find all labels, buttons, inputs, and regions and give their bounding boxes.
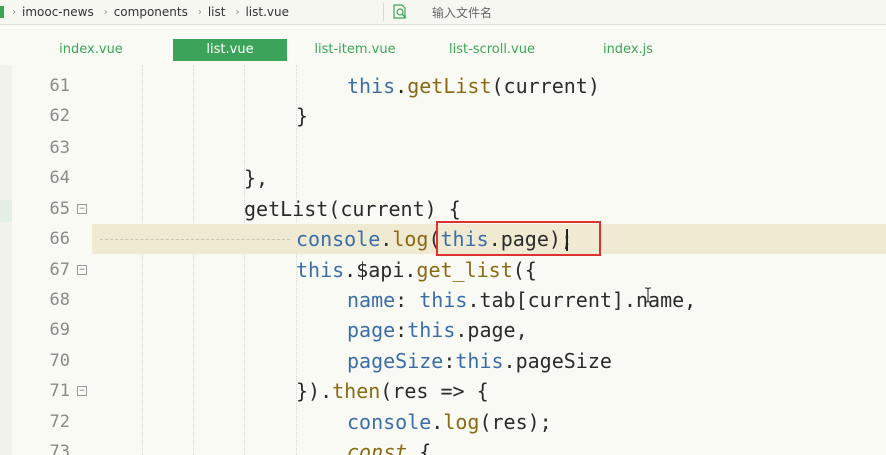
code-text: pageSize:this.pageSize — [347, 349, 612, 373]
code-line: 61 this.getList(current) — [0, 71, 886, 101]
tab-list-vue[interactable]: list.vue — [173, 39, 287, 61]
tab-index-vue[interactable]: index.vue — [42, 39, 140, 61]
line-number: 68 — [49, 290, 70, 310]
code-text: const { — [347, 440, 432, 455]
line-number: 72 — [49, 412, 70, 432]
breadcrumb: › imooc-news › components › list › list.… — [0, 0, 297, 24]
code-text: page:this.page, — [347, 318, 528, 342]
tab-index-js[interactable]: index.js — [588, 39, 668, 61]
line-number: 69 — [49, 320, 70, 340]
line-number: 62 — [49, 106, 70, 126]
code-text: this.getList(current) — [347, 74, 600, 98]
line-number: 67 — [49, 260, 70, 280]
code-line: 62 } — [0, 101, 886, 131]
line-number: 63 — [49, 138, 70, 158]
file-search-input[interactable] — [430, 2, 634, 24]
code-line: 71 − }).then(res => { — [0, 376, 886, 406]
code-line: 72 console.log(res); — [0, 407, 886, 437]
fold-icon[interactable]: − — [77, 265, 87, 275]
chevron-right-icon: › — [12, 6, 16, 18]
chevron-right-icon: › — [235, 6, 240, 18]
chevron-right-icon: › — [103, 6, 108, 18]
code-text: getList(current) { — [244, 197, 461, 221]
code-text: }).then(res => { — [296, 379, 489, 403]
line-number: 64 — [49, 168, 70, 188]
chevron-right-icon: › — [197, 6, 202, 18]
divider — [383, 3, 384, 21]
code-line: 70 pageSize:this.pageSize — [0, 346, 886, 376]
tab-list-scroll-vue[interactable]: list-scroll.vue — [440, 39, 544, 61]
line-number: 73 — [49, 442, 70, 455]
code-line: 69 page:this.page, — [0, 315, 886, 345]
tab-bar: index.vue list.vue list-item.vue list-sc… — [0, 25, 886, 65]
code-text: console.log(res); — [347, 410, 552, 434]
line-number: 61 — [49, 76, 70, 96]
breadcrumb-item[interactable]: imooc-news — [22, 5, 94, 19]
code-text: }, — [244, 166, 269, 190]
code-line: 67 − this.$api.get_list({ — [0, 255, 886, 285]
line-number: 66 — [49, 229, 70, 249]
code-line: 73 const { — [0, 437, 886, 455]
code-line: 68 name: this.tab[current].name, — [0, 285, 886, 315]
top-bar: › imooc-news › components › list › list.… — [0, 0, 886, 25]
code-editor[interactable]: 61 this.getList(current) 62 } 63 64 }, 6… — [0, 65, 886, 455]
file-search-icon[interactable] — [392, 4, 410, 20]
line-number: 65 — [49, 199, 70, 219]
indent-guide — [100, 239, 290, 241]
fold-icon[interactable]: − — [77, 386, 87, 396]
code-line: 63 — [0, 133, 886, 163]
breadcrumb-marker — [0, 6, 4, 18]
breadcrumb-item[interactable]: components — [114, 5, 188, 19]
line-number: 71 — [49, 381, 70, 401]
tab-list-item-vue[interactable]: list-item.vue — [304, 39, 406, 61]
code-text: } — [296, 104, 309, 128]
i-beam-cursor-icon — [645, 287, 651, 303]
text-cursor — [566, 229, 568, 251]
fold-icon[interactable]: − — [77, 204, 87, 214]
annotation-highlight-box — [436, 221, 601, 256]
breadcrumb-item[interactable]: list — [208, 5, 226, 19]
line-number: 70 — [49, 351, 70, 371]
code-text: this.$api.get_list({ — [296, 258, 537, 282]
code-line: 65 − getList(current) { — [0, 194, 886, 224]
breadcrumb-item[interactable]: list.vue — [245, 5, 289, 19]
code-line: 64 }, — [0, 163, 886, 193]
